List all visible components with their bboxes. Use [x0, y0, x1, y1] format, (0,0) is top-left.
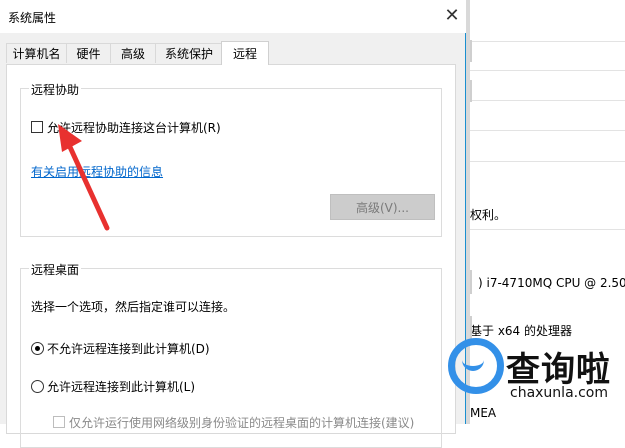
watermark: 查询啦 chaxunla.com — [448, 338, 623, 424]
watermark-brand: 查询啦 — [506, 350, 611, 390]
watermark-logo-icon — [448, 338, 504, 394]
watermark-url: chaxunla.com — [510, 385, 608, 401]
tab-remote[interactable]: 远程 — [221, 41, 269, 65]
